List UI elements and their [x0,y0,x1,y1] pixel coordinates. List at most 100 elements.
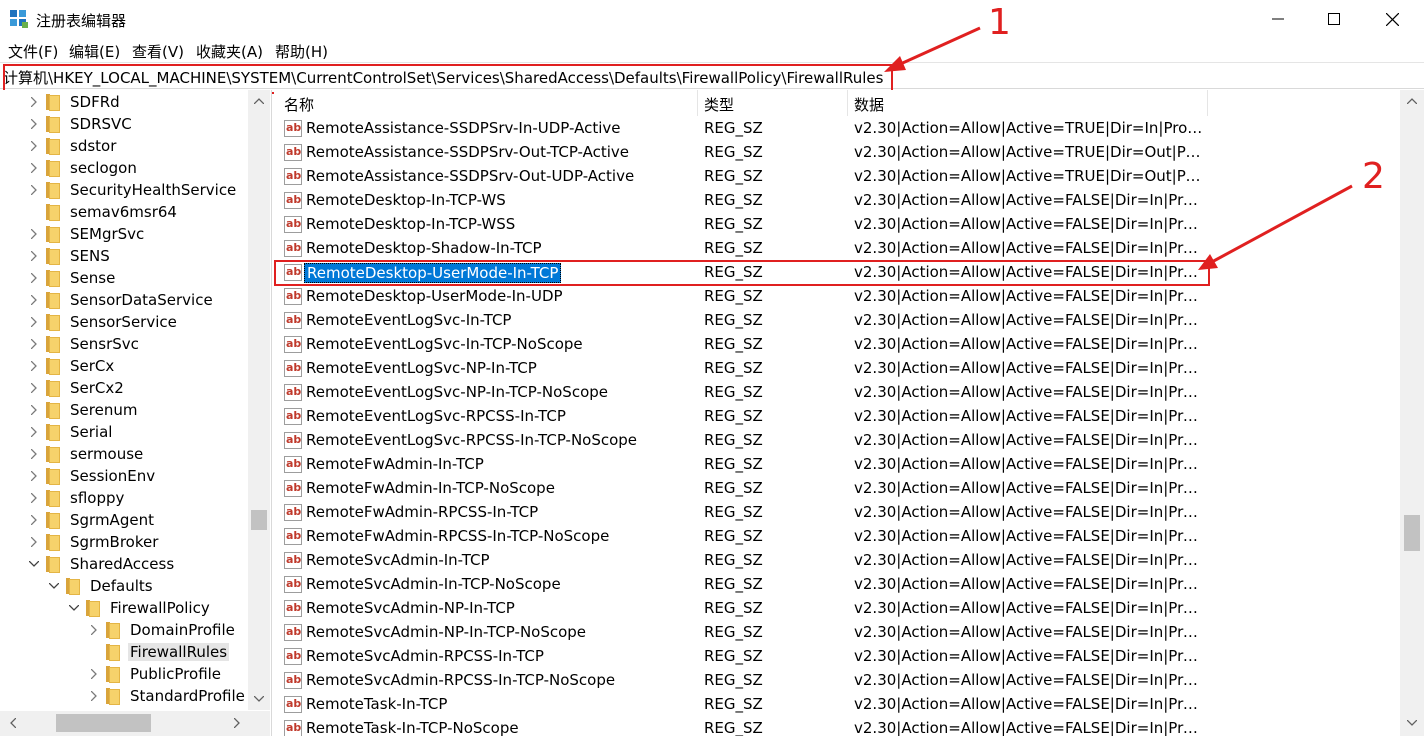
table-row[interactable]: ab RemoteDesktop-In-TCP-WSS REG_SZ v2.30|Ac… [274,213,1400,237]
scroll-up-icon[interactable] [251,94,267,108]
tree-item[interactable]: FirewallPolicy [68,597,212,619]
chevron-right-icon[interactable] [28,487,40,509]
tree-item-label[interactable]: SharedAccess [68,555,176,573]
value-name[interactable]: RemoteTask-In-TCP-NoScope [304,719,521,736]
value-name[interactable]: RemoteFwAdmin-RPCSS-In-TCP [304,503,540,521]
value-name[interactable]: RemoteEventLogSvc-RPCSS-In-TCP [304,407,568,425]
table-row[interactable]: ab RemoteAssistance-SSDPSrv-In-UDP-Active… [274,117,1400,141]
tree-item-label[interactable]: FirewallPolicy [108,599,212,617]
tree-item[interactable]: DomainProfile [88,619,237,641]
chevron-right-icon[interactable] [88,663,100,685]
chevron-right-icon[interactable] [28,465,40,487]
tree-item-label[interactable]: Serenum [68,401,139,419]
table-row[interactable]: ab RemoteSvcAdmin-In-TCP REG_SZ v2.30|Actio… [274,549,1400,573]
tree-item[interactable]: Serenum [28,399,139,421]
scroll-down-icon[interactable] [1404,716,1420,730]
tree-item-label[interactable]: sermouse [68,445,145,463]
chevron-down-icon[interactable] [68,597,80,619]
tree-item-label[interactable]: SENS [68,247,112,265]
tree-item-label[interactable]: SensorService [68,313,179,331]
tree-item-label[interactable]: Defaults [88,577,155,595]
tree-item[interactable]: SDFRd [28,91,122,113]
table-row[interactable]: ab RemoteTask-In-TCP-NoScope REG_SZ v2.30|A… [274,717,1400,736]
tree-item[interactable]: sdstor [28,135,118,157]
value-name[interactable]: RemoteFwAdmin-In-TCP-NoScope [304,479,557,497]
chevron-right-icon[interactable] [28,91,40,113]
menu-edit[interactable]: 编辑(E) [69,41,120,62]
value-name[interactable]: RemoteDesktop-In-TCP-WS [304,191,508,209]
scroll-down-icon[interactable] [251,692,267,706]
table-row[interactable]: ab RemoteSvcAdmin-In-TCP-NoScope REG_SZ v2.… [274,573,1400,597]
tree-item[interactable]: SensorService [28,311,179,333]
value-name[interactable]: RemoteEventLogSvc-NP-In-TCP [304,359,539,377]
column-divider[interactable] [697,90,698,116]
chevron-right-icon[interactable] [28,377,40,399]
tree-item-label[interactable]: DomainProfile [128,621,237,639]
tree-item[interactable]: SharedAccess [28,553,176,575]
chevron-right-icon[interactable] [28,179,40,201]
tree-item-label[interactable]: SerCx [68,357,116,375]
tree-item[interactable]: SessionEnv [28,465,157,487]
chevron-down-icon[interactable] [28,553,40,575]
chevron-right-icon[interactable] [88,619,100,641]
table-row[interactable]: ab RemoteAssistance-SSDPSrv-Out-TCP-Activ… [274,141,1400,165]
value-name[interactable]: RemoteAssistance-SSDPSrv-Out-TCP-Active [304,143,631,161]
chevron-right-icon[interactable] [28,333,40,355]
list-scroll-thumb[interactable] [1404,515,1420,551]
value-name[interactable]: RemoteDesktop-In-TCP-WSS [304,215,517,233]
tree-vertical-scrollbar[interactable] [248,90,270,710]
tree-item[interactable]: FirewallRules [88,641,230,663]
value-name[interactable]: RemoteFwAdmin-In-TCP [304,455,486,473]
tree-item-label[interactable]: sdstor [68,137,118,155]
table-row[interactable]: ab RemoteEventLogSvc-RPCSS-In-TCP-NoScope… [274,429,1400,453]
tree-item[interactable]: SEMgrSvc [28,223,146,245]
table-row[interactable]: ab RemoteDesktop-In-TCP-WS REG_SZ v2.30|Act… [274,189,1400,213]
chevron-right-icon[interactable] [28,443,40,465]
chevron-down-icon[interactable] [48,575,60,597]
tree-item[interactable]: seclogon [28,157,139,179]
value-name[interactable]: RemoteTask-In-TCP [304,695,449,713]
tree-item-label[interactable]: SecurityHealthService [68,181,238,199]
table-row[interactable]: ab RemoteFwAdmin-In-TCP-NoScope REG_SZ v2.3… [274,477,1400,501]
table-row[interactable]: ab RemoteTask-In-TCP REG_SZ v2.30|Action=Al… [274,693,1400,717]
tree-item-label[interactable]: SerCx2 [68,379,126,397]
value-name[interactable]: RemoteFwAdmin-RPCSS-In-TCP-NoScope [304,527,611,545]
tree-item-label[interactable]: PublicProfile [128,665,223,683]
tree-item[interactable]: sermouse [28,443,145,465]
table-row[interactable]: ab RemoteEventLogSvc-NP-In-TCP REG_SZ v2.30… [274,357,1400,381]
tree-item[interactable]: SecurityHealthService [28,179,238,201]
list-vertical-scrollbar[interactable] [1400,90,1424,736]
table-row[interactable]: ab RemoteAssistance-SSDPSrv-Out-UDP-Activ… [274,165,1400,189]
tree-item-label[interactable]: Sense [68,269,117,287]
chevron-right-icon[interactable] [28,223,40,245]
value-name[interactable]: RemoteSvcAdmin-In-TCP [304,551,492,569]
tree-item-label[interactable]: Serial [68,423,114,441]
tree-item-label[interactable]: SessionEnv [68,467,157,485]
chevron-right-icon[interactable] [28,245,40,267]
table-row[interactable]: ab RemoteEventLogSvc-NP-In-TCP-NoScope REG… [274,381,1400,405]
menu-view[interactable]: 查看(V) [132,41,184,62]
chevron-right-icon[interactable] [28,267,40,289]
value-name[interactable]: RemoteEventLogSvc-RPCSS-In-TCP-NoScope [304,431,639,449]
table-row[interactable]: ab RemoteEventLogSvc-In-TCP-NoScope REG_SZ… [274,333,1400,357]
tree-item[interactable]: SerCx2 [28,377,126,399]
address-bar[interactable]: 计算机\HKEY_LOCAL_MACHINE\SYSTEM\CurrentCon… [0,62,1424,94]
tree-item[interactable]: PublicProfile [88,663,223,685]
value-name[interactable]: RemoteSvcAdmin-NP-In-TCP [304,599,517,617]
chevron-right-icon[interactable] [28,311,40,333]
tree-item-label[interactable]: SEMgrSvc [68,225,146,243]
tree-item-label[interactable]: seclogon [68,159,139,177]
tree-scroll-thumb[interactable] [251,510,267,530]
value-name[interactable]: RemoteSvcAdmin-NP-In-TCP-NoScope [304,623,588,641]
value-name[interactable]: RemoteAssistance-SSDPSrv-In-UDP-Active [304,119,623,137]
chevron-right-icon[interactable] [28,135,40,157]
tree-item[interactable]: Defaults [48,575,155,597]
scroll-left-icon[interactable] [8,717,18,729]
key-tree[interactable]: SDFRd SDRSVC sdstor seclogon SecurityHealthS… [0,90,272,736]
tree-item[interactable]: Sense [28,267,117,289]
tree-item[interactable]: Serial [28,421,114,443]
value-name[interactable]: RemoteSvcAdmin-RPCSS-In-TCP-NoScope [304,671,617,689]
table-row[interactable]: ab RemoteSvcAdmin-RPCSS-In-TCP-NoScope REG… [274,669,1400,693]
maximize-button[interactable] [1304,0,1364,38]
chevron-right-icon[interactable] [28,399,40,421]
